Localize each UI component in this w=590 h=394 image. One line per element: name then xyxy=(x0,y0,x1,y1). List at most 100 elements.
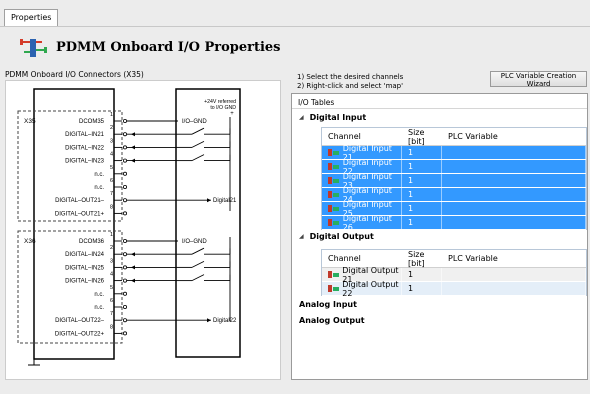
cell-plc-variable xyxy=(442,173,586,188)
pin-terminal xyxy=(123,252,128,257)
x36-label: X36 xyxy=(24,238,36,245)
instruction-2: 2) Right-click and select 'map' xyxy=(297,82,404,90)
cell-channel: Digital Output 22 xyxy=(322,279,402,298)
pin-number: 7 xyxy=(110,311,113,317)
analog-output-section[interactable]: Analog Output xyxy=(299,316,365,325)
pin-terminal xyxy=(123,238,128,243)
cell-size: 1 xyxy=(402,201,442,216)
pin-number: 4 xyxy=(110,272,113,278)
cell-size: 1 xyxy=(402,159,442,174)
cell-size: 1 xyxy=(402,187,442,202)
analog-input-section[interactable]: Analog Input xyxy=(299,300,357,309)
pin-label: DIGITAL–IN21 xyxy=(65,132,105,138)
io-channel-icon xyxy=(328,270,340,279)
pin-label: n.c. xyxy=(94,305,104,311)
io-channel-icon xyxy=(328,204,339,213)
arrow-left-icon xyxy=(131,145,135,150)
io-channel-icon xyxy=(328,148,339,157)
io-module-icon xyxy=(20,39,47,57)
instruction-1: 1) Select the desired channels xyxy=(297,73,404,81)
cell-text: 1 xyxy=(408,284,414,293)
pin-terminal xyxy=(123,119,128,124)
io-channel-icon xyxy=(328,284,340,293)
instructions: 1) Select the desired channels 2) Right-… xyxy=(297,73,403,91)
plc-variable-wizard-button[interactable]: PLC Variable Creation Wizard xyxy=(490,71,587,88)
table-row[interactable]: Digital Output 22 1 xyxy=(322,279,586,298)
connector-diagram: X35 X36 +24V referred to I/O GND +1 DCOM35 I/O… xyxy=(5,80,281,380)
collapse-arrow-icon[interactable]: ◢ xyxy=(299,233,304,240)
pin-label: DIGITAL–OUT22– xyxy=(55,318,105,324)
pin-terminal xyxy=(123,304,128,309)
cell-size: 1 xyxy=(402,145,442,160)
pin-label: DIGITAL–IN24 xyxy=(65,252,105,258)
pin-terminal xyxy=(123,158,128,163)
arrow-left-icon xyxy=(131,158,135,163)
pin-label: n.c. xyxy=(94,172,104,178)
arrow-right-icon xyxy=(207,198,211,203)
cell-plc-variable xyxy=(442,187,586,202)
pin-label: DIGITAL–IN26 xyxy=(65,279,105,285)
digital-output-section[interactable]: ◢ Digital Output xyxy=(299,232,374,241)
col-size[interactable]: Size [bit] xyxy=(402,128,442,146)
pin-terminal xyxy=(123,278,128,283)
pin-terminal xyxy=(123,145,128,150)
pin-number: 4 xyxy=(110,152,113,158)
pin-terminal xyxy=(123,318,128,323)
pin-number: 6 xyxy=(110,298,113,304)
table-row[interactable]: Digital Input 26 1 xyxy=(322,213,586,232)
connectors-label: PDMM Onboard I/O Connectors (X35) xyxy=(5,70,144,79)
output-label: Digital22 xyxy=(213,318,237,324)
pin-number: 8 xyxy=(110,324,113,330)
tab-divider xyxy=(0,26,590,27)
pin-number: 3 xyxy=(110,258,113,264)
pin-terminal xyxy=(123,331,128,336)
switch-contact xyxy=(191,154,205,162)
pin-label: DIGITAL–IN23 xyxy=(65,159,105,165)
tab-properties[interactable]: Properties xyxy=(4,9,59,27)
digital-input-section[interactable]: ◢ Digital Input xyxy=(299,113,366,122)
collapse-arrow-icon[interactable]: ◢ xyxy=(299,114,304,121)
col-channel[interactable]: Channel xyxy=(322,132,402,141)
pin-number: 5 xyxy=(110,165,113,171)
cell-size: 1 xyxy=(402,267,442,282)
cell-text: 1 xyxy=(408,270,414,279)
io-gnd-label: I/O–GND xyxy=(182,239,207,245)
plus-label: + xyxy=(230,111,234,117)
cell-text: 1 xyxy=(408,162,414,171)
cell-text: 1 xyxy=(408,190,414,199)
arrow-left-icon xyxy=(131,132,135,137)
cell-text: 1 xyxy=(408,204,414,213)
pin-label: DIGITAL–OUT21– xyxy=(55,198,105,204)
col-plc-variable[interactable]: PLC Variable xyxy=(442,132,586,141)
pin-terminal xyxy=(123,211,128,216)
col-size[interactable]: Size [bit] xyxy=(402,250,442,268)
pin-number: 3 xyxy=(110,138,113,144)
pin-label: n.c. xyxy=(94,292,104,298)
switch-contact xyxy=(191,247,205,255)
cell-plc-variable xyxy=(442,201,586,216)
col-channel[interactable]: Channel xyxy=(322,254,402,263)
cell-text: Digital Output 22 xyxy=(342,279,399,298)
cell-plc-variable xyxy=(442,145,586,160)
io-channel-icon xyxy=(328,218,339,227)
pin-terminal xyxy=(123,185,128,190)
arrow-right-icon xyxy=(207,318,211,323)
io-gnd-label: I/O–GND xyxy=(182,119,207,125)
pin-number: 1 xyxy=(110,232,113,238)
digital-input-table: Channel Size [bit] PLC Variable Digital … xyxy=(321,127,587,232)
col-plc-variable[interactable]: PLC Variable xyxy=(442,254,586,263)
cell-text: 1 xyxy=(408,218,414,227)
pin-label: n.c. xyxy=(94,185,104,191)
pin-terminal xyxy=(123,198,128,203)
cell-text: Digital Input 26 xyxy=(342,213,392,232)
io-channel-icon xyxy=(328,176,339,185)
pin-number: 5 xyxy=(110,285,113,291)
pin-number: 2 xyxy=(110,245,113,251)
page-title: PDMM Onboard I/O Properties xyxy=(56,39,281,55)
pin-label: DIGITAL–IN25 xyxy=(65,265,105,271)
section-label: Digital Input xyxy=(309,113,367,122)
cell-size: 1 xyxy=(402,281,442,296)
pin-label: DIGITAL–OUT22+ xyxy=(55,331,105,337)
io-channel-icon xyxy=(328,190,339,199)
arrow-left-icon xyxy=(131,252,135,257)
